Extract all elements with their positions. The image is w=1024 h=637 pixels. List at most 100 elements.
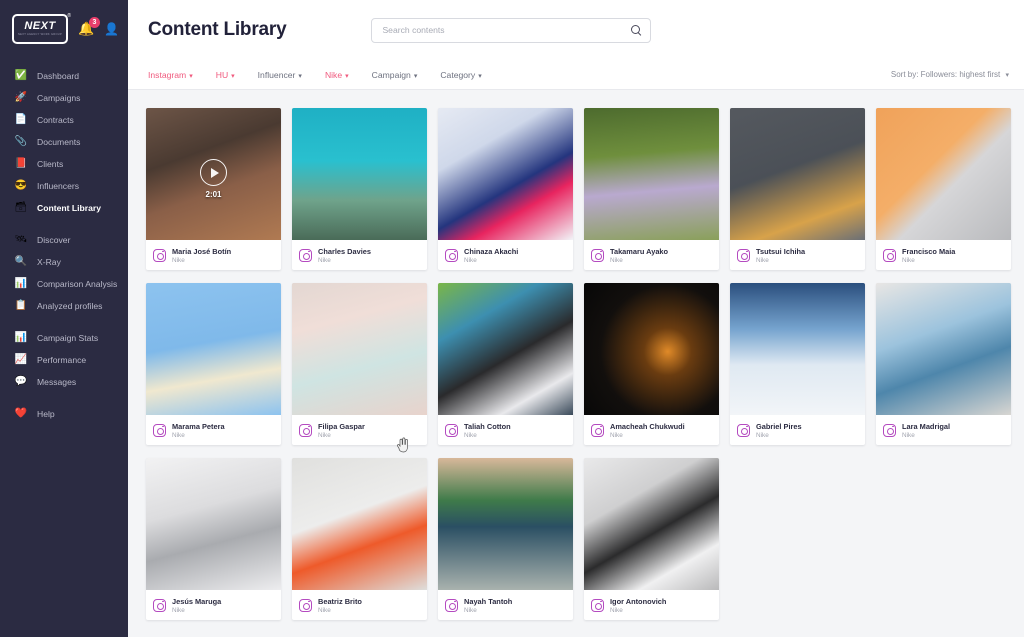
contracts-icon: 📄	[14, 114, 28, 125]
sidebar-item-dashboard[interactable]: ✅ Dashboard	[0, 68, 128, 84]
instagram-icon	[153, 423, 166, 437]
instagram-icon	[883, 423, 896, 437]
sidebar-item-messages[interactable]: 💬 Messages	[0, 374, 128, 390]
thumbnail-image	[584, 283, 719, 415]
sidebar-item-label: Contracts	[37, 115, 74, 125]
filter-category[interactable]: Category ▾	[440, 70, 481, 80]
sidebar-item-label: Content Library	[37, 203, 101, 213]
filter-instagram[interactable]: Instagram ▾	[148, 70, 193, 80]
campaign-name: Nike	[464, 606, 477, 614]
content-thumbnail[interactable]	[438, 283, 573, 415]
content-thumbnail[interactable]	[584, 458, 719, 590]
card-labels: Francisco Maia Nike	[902, 247, 955, 264]
notifications-button[interactable]: 🔔 3	[78, 17, 100, 38]
filter-influencer[interactable]: Influencer ▾	[258, 70, 302, 80]
sidebar-item-clients[interactable]: 📕 Clients	[0, 156, 128, 172]
sidebar-item-contracts[interactable]: 📄 Contracts	[0, 112, 128, 128]
sidebar-item-x-ray[interactable]: 🔍 X-Ray	[0, 254, 128, 270]
comparison-analysis-icon: 📊	[14, 278, 28, 289]
content-thumbnail[interactable]	[730, 108, 865, 240]
sidebar-item-analyzed-profiles[interactable]: 📋 Analyzed profiles	[0, 298, 128, 314]
sidebar-item-comparison-analysis[interactable]: 📊 Comparison Analysis	[0, 276, 128, 292]
sidebar-item-label: Campaigns	[37, 93, 81, 103]
sidebar-item-content-library[interactable]: 🗃 Content Library	[0, 200, 128, 216]
content-card[interactable]: Chinaza Akachi Nike	[438, 108, 573, 270]
play-icon[interactable]	[200, 159, 227, 186]
content-thumbnail[interactable]	[292, 108, 427, 240]
influencer-name: Amacheah Chukwudi	[610, 421, 685, 431]
logo-subtext: NEXT AGENCY WORK GROUP	[18, 33, 62, 37]
filter-nike[interactable]: Nike ▾	[325, 70, 349, 80]
sidebar-item-campaigns[interactable]: 🚀 Campaigns	[0, 90, 128, 106]
content-card[interactable]: Jesús Maruga Nike	[146, 458, 281, 620]
content-card[interactable]: Francisco Maia Nike	[876, 108, 1011, 270]
sidebar-item-performance[interactable]: 📈 Performance	[0, 352, 128, 368]
content-thumbnail[interactable]: 2:01	[146, 108, 281, 240]
card-meta: Chinaza Akachi Nike	[438, 240, 573, 270]
thumbnail-image	[146, 283, 281, 415]
sidebar-item-documents[interactable]: 📎 Documents	[0, 134, 128, 150]
content-thumbnail[interactable]	[584, 108, 719, 240]
campaigns-icon: 🚀	[14, 92, 28, 103]
content-thumbnail[interactable]	[876, 283, 1011, 415]
thumbnail-image	[730, 283, 865, 415]
card-meta: Taliah Cotton Nike	[438, 415, 573, 445]
content-card[interactable]: Charles Davies Nike	[292, 108, 427, 270]
filter-label: Nike	[324, 69, 343, 80]
card-meta: Charles Davies Nike	[292, 240, 427, 270]
sidebar-item-discover[interactable]: 🛰 Discover	[0, 232, 128, 248]
content-card[interactable]: Marama Petera Nike	[146, 283, 281, 445]
campaign-name: Nike	[464, 256, 477, 264]
sidebar-item-influencers[interactable]: 😎 Influencers	[0, 178, 128, 194]
search-input[interactable]	[382, 25, 632, 35]
sort-by-label: Sort by: Followers: highest first	[890, 70, 1001, 79]
card-labels: Maria José Botín Nike	[172, 247, 231, 264]
content-card[interactable]: Takamaru Ayako Nike	[584, 108, 719, 270]
app-logo[interactable]: ® NEXT NEXT AGENCY WORK GROUP	[12, 13, 71, 44]
card-meta: Nayah Tantoh Nike	[438, 590, 573, 620]
card-labels: Tsutsui Ichiha Nike	[756, 247, 805, 264]
search-contents-box[interactable]	[371, 17, 652, 43]
sidebar-item-campaign-stats[interactable]: 📊 Campaign Stats	[0, 330, 128, 346]
campaign-name: Nike	[318, 431, 331, 439]
campaign-name: Nike	[172, 256, 185, 264]
sidebar-group-3: ❤️ Help	[0, 406, 128, 422]
clients-icon: 📕	[14, 158, 28, 169]
content-card[interactable]: Tsutsui Ichiha Nike	[730, 108, 865, 270]
sort-by-dropdown[interactable]: Sort by: Followers: highest first ▾	[891, 70, 1009, 79]
content-card[interactable]: Gabriel Pires Nike	[730, 283, 865, 445]
content-thumbnail[interactable]	[584, 283, 719, 415]
card-meta: Filipa Gaspar Nike	[292, 415, 427, 445]
filter-campaign[interactable]: Campaign ▾	[372, 70, 418, 80]
filter-hu[interactable]: HU ▾	[216, 70, 235, 80]
card-labels: Amacheah Chukwudi Nike	[610, 422, 685, 439]
content-card[interactable]: 2:01 Maria José Botín Nike	[146, 108, 281, 270]
chevron-down-icon: ▾	[189, 72, 193, 80]
content-card[interactable]: Lara Madrigal Nike	[876, 283, 1011, 445]
influencer-name: Takamaru Ayako	[610, 246, 669, 256]
content-thumbnail[interactable]	[146, 283, 281, 415]
search-icon[interactable]	[631, 24, 642, 36]
content-card[interactable]: Beatriz Brito Nike	[292, 458, 427, 620]
content-thumbnail[interactable]	[438, 458, 573, 590]
content-thumbnail[interactable]	[438, 108, 573, 240]
content-card[interactable]: Taliah Cotton Nike	[438, 283, 573, 445]
card-meta: Jesús Maruga Nike	[146, 590, 281, 620]
content-card[interactable]: Amacheah Chukwudi Nike	[584, 283, 719, 445]
content-thumbnail[interactable]	[292, 283, 427, 415]
content-thumbnail[interactable]	[146, 458, 281, 590]
user-icon[interactable]: 👤	[104, 22, 119, 36]
campaign-stats-icon: 📊	[14, 332, 28, 343]
sidebar-item-label: Campaign Stats	[37, 333, 99, 343]
content-card[interactable]: Filipa Gaspar Nike	[292, 283, 427, 445]
instagram-icon	[445, 423, 458, 437]
content-thumbnail[interactable]	[876, 108, 1011, 240]
filter-label: HU	[215, 69, 229, 80]
content-card[interactable]: Igor Antonovich Nike	[584, 458, 719, 620]
content-card[interactable]: Nayah Tantoh Nike	[438, 458, 573, 620]
influencer-name: Lara Madrigal	[902, 421, 951, 431]
sidebar-item-help[interactable]: ❤️ Help	[0, 406, 128, 422]
content-thumbnail[interactable]	[292, 458, 427, 590]
content-thumbnail[interactable]	[730, 283, 865, 415]
thumbnail-image	[292, 458, 427, 590]
